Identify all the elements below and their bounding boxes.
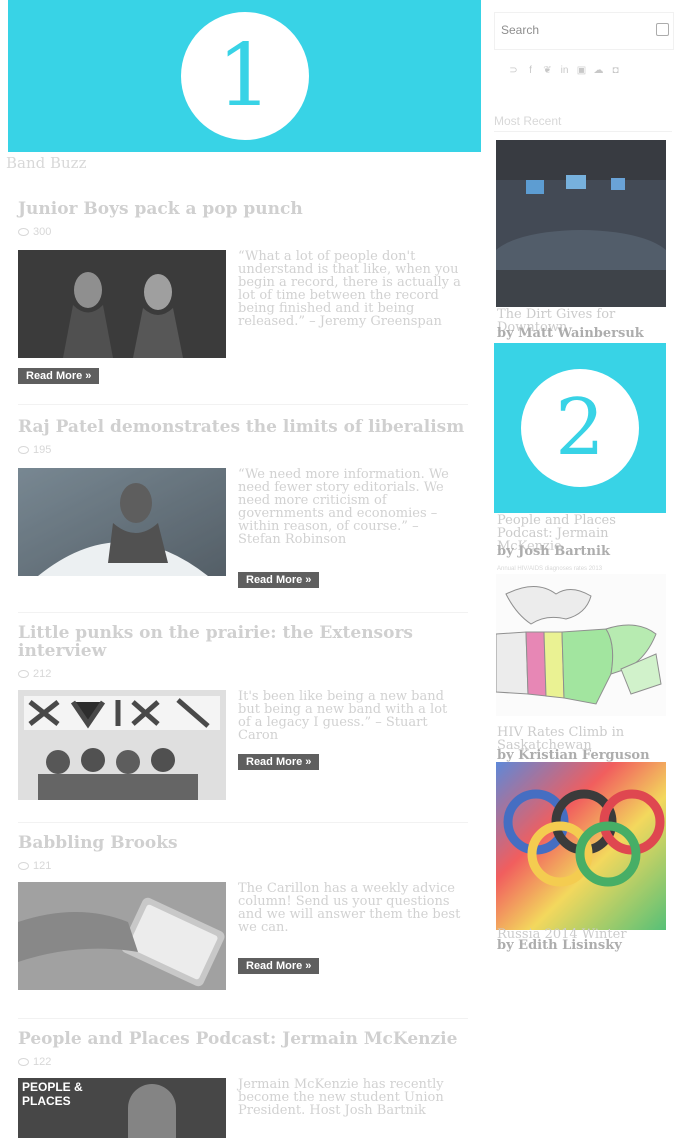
eye-icon xyxy=(18,446,29,454)
article-excerpt: “What a lot of people don't understand i… xyxy=(238,249,461,329)
overlay-marker-1: 1 xyxy=(8,0,481,152)
view-count: 300 xyxy=(18,226,468,238)
sidebar-item-author: by Josh Bartnik xyxy=(497,544,610,559)
divider xyxy=(18,1018,468,1019)
eye-icon xyxy=(18,670,29,678)
article-card: People and Places Podcast: Jermain McKen… xyxy=(18,1030,468,1138)
social-links: ⊃ f ❦ in ▣ ☁ ◘ xyxy=(508,64,621,76)
article-excerpt: Jermain McKenzie has recently become the… xyxy=(238,1077,444,1118)
article-card: Raj Patel demonstrates the limits of lib… xyxy=(18,418,468,588)
youtube-icon[interactable]: ▣ xyxy=(576,64,587,76)
article-thumbnail[interactable] xyxy=(18,468,226,576)
rss-icon[interactable]: ⊃ xyxy=(508,64,519,76)
view-count: 212 xyxy=(18,668,468,680)
view-count-value: 212 xyxy=(33,668,52,680)
sidebar-heading: Most Recent xyxy=(494,114,562,128)
linkedin-icon[interactable]: in xyxy=(559,64,570,76)
view-count-value: 195 xyxy=(33,444,52,456)
divider xyxy=(494,131,672,132)
article-title[interactable]: Junior Boys pack a pop punch xyxy=(18,200,468,218)
marker-number: 1 xyxy=(180,12,309,140)
article-thumbnail[interactable] xyxy=(18,250,226,358)
sidebar-item-image[interactable] xyxy=(496,140,666,307)
thumbnail-caption: PEOPLE & PLACES xyxy=(22,1080,83,1108)
page-root: Band Buzz Junior Boys pack a pop punch 3… xyxy=(0,0,677,1147)
search-input[interactable] xyxy=(495,13,647,47)
article-thumbnail[interactable] xyxy=(18,690,226,800)
article-card: Little punks on the prairie: the Extenso… xyxy=(18,624,468,810)
article-title[interactable]: Little punks on the prairie: the Extenso… xyxy=(18,624,468,660)
article-title[interactable]: Babbling Brooks xyxy=(18,834,468,852)
soundcloud-icon[interactable]: ☁ xyxy=(593,64,604,76)
view-count-value: 121 xyxy=(33,860,52,872)
eye-icon xyxy=(18,862,29,870)
eye-icon xyxy=(18,228,29,236)
article-thumbnail[interactable]: PEOPLE & PLACES xyxy=(18,1078,226,1138)
section-label: Band Buzz xyxy=(6,154,87,172)
article-title[interactable]: People and Places Podcast: Jermain McKen… xyxy=(18,1030,468,1048)
read-more-button[interactable]: Read More » xyxy=(238,754,320,770)
sidebar-item-author: by Kristian Ferguson xyxy=(497,748,650,763)
read-more-button[interactable]: Read More » xyxy=(18,368,100,384)
instagram-icon[interactable]: ◘ xyxy=(610,64,621,76)
sidebar-item-author: by Edith Lisinsky xyxy=(497,938,622,953)
article-card: Babbling Brooks 121 The Carillon has a w… xyxy=(18,834,468,1002)
search-box xyxy=(494,12,674,50)
article-excerpt: “We need more information. We need fewer… xyxy=(238,467,449,547)
divider xyxy=(18,612,468,613)
read-more-button[interactable]: Read More » xyxy=(238,572,320,588)
facebook-icon[interactable]: f xyxy=(525,64,536,76)
view-count: 122 xyxy=(18,1056,468,1068)
map-caption: Annual HIV/AIDS diagnoses rates 2013 xyxy=(497,566,603,572)
view-count-value: 122 xyxy=(33,1056,52,1068)
divider xyxy=(18,822,468,823)
article-card: Junior Boys pack a pop punch 300 “What a… xyxy=(18,200,468,384)
portrait-shape xyxy=(128,1084,176,1138)
twitter-icon[interactable]: ❦ xyxy=(542,64,553,76)
sidebar-item-image[interactable] xyxy=(496,762,666,930)
sidebar-item-author: by Matt Wainbersuk xyxy=(497,326,644,341)
view-count: 195 xyxy=(18,444,468,456)
article-excerpt: It's been like being a new band but bein… xyxy=(238,689,448,743)
article-title[interactable]: Raj Patel demonstrates the limits of lib… xyxy=(18,418,468,436)
view-count-value: 300 xyxy=(33,226,52,238)
article-excerpt: The Carillon has a weekly advice column!… xyxy=(238,881,461,935)
marker-number: 2 xyxy=(521,369,639,487)
eye-icon xyxy=(18,1058,29,1066)
view-count: 121 xyxy=(18,860,468,872)
sidebar-item-image[interactable] xyxy=(496,574,666,716)
divider xyxy=(18,404,468,405)
read-more-button[interactable]: Read More » xyxy=(238,958,320,974)
article-thumbnail[interactable] xyxy=(18,882,226,990)
overlay-marker-2: 2 xyxy=(494,343,666,513)
search-icon[interactable] xyxy=(656,23,669,36)
